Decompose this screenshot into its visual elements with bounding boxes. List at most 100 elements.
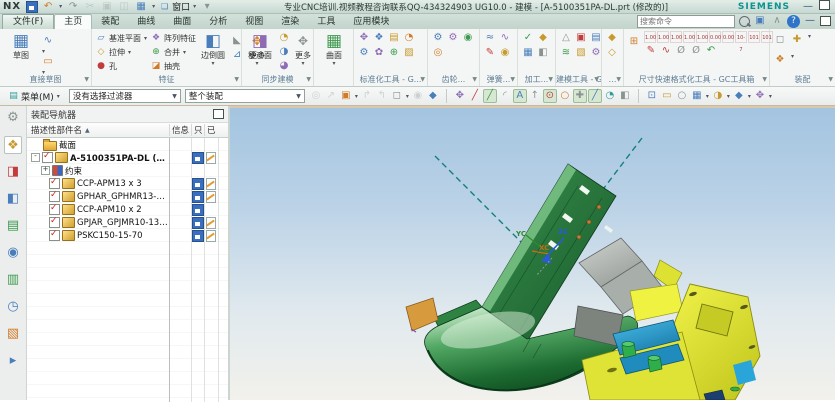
machining-face-icon[interactable]: ◧ (536, 46, 550, 60)
dimension-style-icon[interactable]: ⊞ (627, 35, 641, 49)
minimize-part-window-icon[interactable]: — (803, 14, 817, 28)
machining-grid-icon[interactable]: ▦ (521, 46, 535, 60)
gc-drawing-tools-icon[interactable]: ▤ (387, 31, 401, 45)
history-icon[interactable]: ◷ (4, 298, 22, 316)
select-previous-icon[interactable]: ↗ (324, 89, 338, 103)
orient-view-icon[interactable]: ◆ (732, 89, 746, 103)
selection-scope-dropdown[interactable]: 整个装配 ▼ (185, 89, 305, 103)
checkbox[interactable] (49, 204, 60, 215)
group-label-gear[interactable]: 齿轮...▼ (428, 73, 479, 86)
lasso-select-caret[interactable]: ▾ (406, 93, 409, 100)
unite-button[interactable]: ⊕合并▾ (150, 45, 196, 59)
dim-diameter-icon[interactable]: Ø (674, 44, 688, 58)
dim-revert-icon[interactable]: ↶ (704, 44, 718, 58)
web-browser-icon[interactable]: ◉ (4, 244, 22, 262)
dim-grid-1-icon[interactable]: 101 (748, 31, 760, 43)
tab-assemblies[interactable]: 装配 (92, 16, 128, 29)
hole-button[interactable]: ●孔 (95, 59, 148, 73)
search-input[interactable] (640, 17, 714, 26)
capture-caret[interactable]: ▾ (152, 3, 155, 10)
tab-analysis[interactable]: 分析 (200, 16, 236, 29)
dim-diameter-ref-icon[interactable]: Ø (689, 44, 703, 58)
gc-settings-icon[interactable]: ⚙ (357, 46, 371, 60)
snap-point-on-face-icon[interactable]: ◔ (603, 89, 617, 103)
sync-more-button[interactable]: ✥ 更多 ▾ (293, 31, 313, 67)
customize-qat-icon[interactable]: ▾ (200, 0, 214, 14)
spring-edit-icon[interactable]: ✎ (483, 46, 497, 60)
tab-curve[interactable]: 曲线 (128, 16, 164, 29)
group-label-spring[interactable]: 弹簧...▼ (480, 73, 517, 86)
cut-icon[interactable]: ✂ (83, 0, 97, 14)
surface-button[interactable]: ▦ 曲面 ▾ (317, 31, 351, 67)
tree-row-component[interactable]: PSKC150-15-70 (27, 229, 228, 242)
sphere-select-icon[interactable]: ◉ (411, 89, 425, 103)
selection-filter-dropdown[interactable]: 没有选择过滤器 ▼ (69, 89, 181, 103)
lasso-select-icon[interactable]: ◻ (390, 89, 404, 103)
component-pattern-icon[interactable]: ❖ (773, 53, 787, 67)
shade-style-icon[interactable]: ◑ (711, 89, 725, 103)
checkbox[interactable] (49, 217, 60, 228)
extrude-button[interactable]: ◇拉伸▾ (95, 45, 148, 59)
reuse-library-icon[interactable]: ▤ (4, 217, 22, 235)
dim-precision-5-icon[interactable]: 1.00 (696, 31, 708, 43)
hd3d-tool-icon[interactable]: ▥ (4, 271, 22, 289)
resource-options-icon[interactable]: ⚙ (4, 109, 22, 127)
wave-link-icon[interactable]: ≋ (559, 46, 573, 60)
pattern-tool-icon[interactable]: ▧ (574, 46, 588, 60)
box-tool-icon[interactable]: ▣ (574, 31, 588, 45)
select-next-icon[interactable]: ↱ (360, 89, 374, 103)
tab-surface[interactable]: 曲面 (164, 16, 200, 29)
menu-button[interactable]: ▤ 菜单(M) ▾ (4, 88, 65, 105)
system-visualization-icon[interactable]: ▸ (4, 352, 22, 370)
group-label-misc[interactable]: …▼ (602, 73, 623, 86)
compression-spring-icon[interactable]: ≈ (483, 31, 497, 45)
group-label-assemblies[interactable]: 装配▼ (770, 73, 835, 86)
minimize-window-icon[interactable]: — (801, 0, 815, 14)
window-menu-button[interactable]: ❏ 窗口 ▾ (159, 0, 197, 13)
pattern-feature-button[interactable]: ❖阵列特征 (150, 31, 196, 45)
more-view-icon[interactable]: ✥ (753, 89, 767, 103)
snap-point-on-curve-icon[interactable]: A (513, 89, 527, 103)
panel-float-icon[interactable] (213, 109, 224, 119)
expand-expander-icon[interactable]: + (41, 166, 50, 175)
gc-assembly-tools-icon[interactable]: ❖ (372, 31, 386, 45)
snap-curve-icon[interactable]: ◜ (498, 89, 512, 103)
group-label-feature[interactable]: 特征▼ (92, 73, 241, 86)
dim-arc-icon[interactable]: ∿ (659, 44, 673, 58)
snap-two-point-icon[interactable]: ╱ (588, 89, 602, 103)
gc-part-tools-icon[interactable]: ✥ (357, 31, 371, 45)
add-component-icon[interactable]: ✚ (790, 33, 804, 47)
general-filter-caret[interactable]: ▾ (355, 93, 358, 100)
tree-row-component[interactable]: GPJAR_GPJMR10-13-80-... (27, 216, 228, 229)
offset-region-icon[interactable]: ◔ (277, 31, 291, 45)
graphics-viewport[interactable]: YC ZC XC (230, 106, 835, 400)
tab-file[interactable]: 文件(F) (2, 14, 54, 29)
general-filter-icon[interactable]: ▣ (339, 89, 353, 103)
dim-zero-2-icon[interactable]: 0.00 (722, 31, 734, 43)
more-view-caret[interactable]: ▾ (769, 93, 772, 100)
group-label-surface[interactable] (314, 73, 353, 86)
redo-icon[interactable]: ↷ (66, 0, 80, 14)
delete-face-icon[interactable]: ◕ (277, 59, 291, 73)
checkbox[interactable] (42, 152, 53, 163)
extension-spring-icon[interactable]: ∿ (498, 31, 512, 45)
tab-render[interactable]: 渲染 (272, 16, 308, 29)
capture-icon[interactable]: ▦ (134, 0, 148, 14)
dim-edit-icon[interactable]: ✎ (644, 44, 658, 58)
scope-dropdown-caret[interactable]: ▼ (296, 93, 301, 100)
find-component-icon[interactable]: ◻ (773, 33, 787, 47)
machining-check-icon[interactable]: ✓ (521, 31, 535, 45)
fit-view-icon[interactable]: ⊡ (645, 89, 659, 103)
tree-row-component[interactable]: GPHAR_GPHMR13-13-80... (27, 190, 228, 203)
snap-plane-icon[interactable]: ◧ (618, 89, 632, 103)
paste-icon[interactable]: ◫ (117, 0, 131, 14)
edge-blend-caret[interactable]: ▾ (212, 61, 215, 67)
tab-home[interactable]: 主页 (54, 14, 92, 29)
spring-delete-icon[interactable]: ◉ (498, 46, 512, 60)
group-label-gc-standard[interactable]: 标准化工具 - G...▼ (354, 73, 427, 86)
group-label-dimension[interactable]: 尺寸快速格式化工具 - GC工具箱▼ (624, 73, 769, 86)
restore-window-icon[interactable] (819, 0, 830, 10)
help-icon[interactable]: ? (787, 15, 800, 28)
part-navigator-icon[interactable]: ◧ (4, 190, 22, 208)
column-readonly[interactable]: 只 (191, 124, 204, 136)
